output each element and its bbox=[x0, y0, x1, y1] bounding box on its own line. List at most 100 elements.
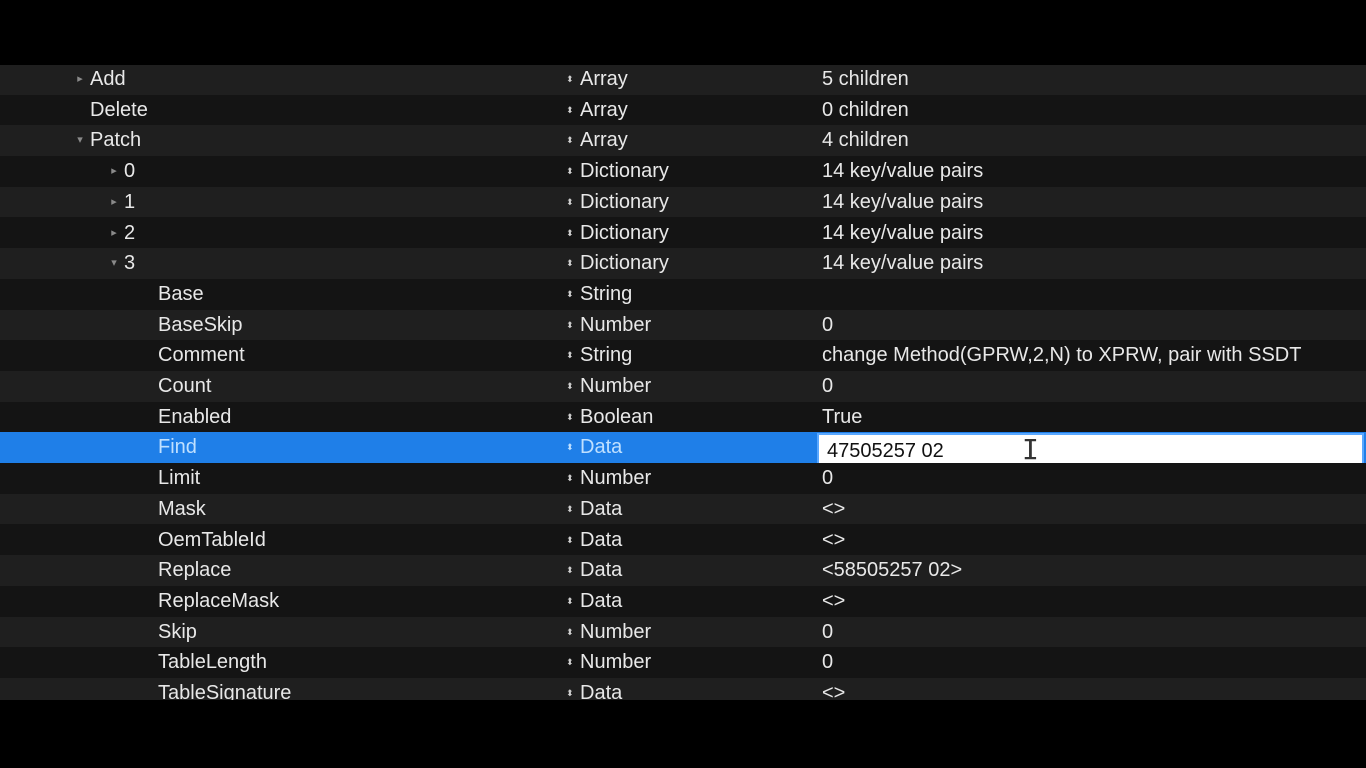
row-key: Delete bbox=[90, 98, 148, 121]
up-down-stepper-icon: ⬍ bbox=[566, 442, 574, 453]
text-cursor-icon: I bbox=[1022, 433, 1039, 466]
up-down-stepper-icon: ⬍ bbox=[566, 411, 574, 422]
table-row[interactable]: Limit ⬍ Number 0 bbox=[0, 463, 1366, 494]
row-key: Add bbox=[90, 68, 126, 90]
row-type-label: Number bbox=[580, 651, 652, 674]
row-value[interactable]: <58505257 02> bbox=[822, 555, 1366, 586]
row-type-label: Number bbox=[580, 313, 652, 336]
row-value[interactable]: 14 key/value pairs bbox=[822, 187, 1366, 218]
row-type-popup[interactable]: ⬍ Number bbox=[566, 617, 651, 648]
row-value[interactable]: 0 bbox=[822, 647, 1366, 678]
table-row[interactable]: ▸ 1 ⬍ Dictionary 14 key/value pairs bbox=[0, 186, 1366, 218]
row-value[interactable]: 14 key/value pairs bbox=[822, 156, 1366, 187]
row-type-label: String bbox=[580, 282, 633, 305]
table-row[interactable]: ▾ 3 ⬍ Dictionary 14 key/value pairs bbox=[0, 248, 1366, 279]
table-row[interactable]: ReplaceMask ⬍ Data <> bbox=[0, 585, 1366, 617]
table-row[interactable]: Enabled ⬍ Boolean True bbox=[0, 401, 1366, 433]
row-type-popup[interactable]: ⬍ Data bbox=[566, 586, 622, 617]
row-value[interactable]: <> bbox=[822, 678, 1366, 700]
up-down-stepper-icon: ⬍ bbox=[566, 381, 574, 391]
row-type-popup[interactable]: ⬍ String bbox=[566, 340, 632, 371]
table-row[interactable]: TableLength ⬍ Number 0 bbox=[0, 647, 1366, 678]
row-type-label: Dictionary bbox=[580, 190, 669, 213]
row-type-popup[interactable]: ⬍ Dictionary bbox=[566, 218, 669, 249]
row-type-popup[interactable]: ⬍ Number bbox=[566, 371, 651, 402]
row-type-popup[interactable]: ⬍ Data bbox=[566, 432, 622, 463]
row-key: Count bbox=[158, 375, 212, 397]
row-value[interactable]: 14 key/value pairs bbox=[822, 218, 1366, 249]
row-type-label: Data bbox=[580, 682, 623, 700]
row-value[interactable]: 0 bbox=[822, 371, 1366, 402]
up-down-stepper-icon: ⬍ bbox=[566, 657, 574, 668]
up-down-stepper-icon: ⬍ bbox=[566, 104, 574, 115]
row-value[interactable]: 0 bbox=[822, 310, 1366, 341]
row-type-popup[interactable]: ⬍ Dictionary bbox=[566, 156, 669, 187]
table-row[interactable]: Count ⬍ Number 0 bbox=[0, 371, 1366, 402]
table-row[interactable]: Delete ⬍ Array 0 children bbox=[0, 94, 1366, 126]
chevron-down-icon[interactable]: ▾ bbox=[108, 248, 120, 279]
up-down-stepper-icon: ⬍ bbox=[566, 135, 574, 146]
up-down-stepper-icon: ⬍ bbox=[566, 473, 574, 484]
row-type-label: Dictionary bbox=[580, 160, 669, 183]
row-value[interactable]: 0 bbox=[822, 463, 1366, 494]
plist-outline-view[interactable]: ▸ Add ⬍ Array 5 children Delete ⬍ Array 0 childr… bbox=[0, 65, 1366, 700]
row-key: TableLength bbox=[158, 651, 267, 674]
row-value[interactable]: 5 children bbox=[822, 65, 1366, 95]
table-row[interactable]: ▸ 2 ⬍ Dictionary 14 key/value pairs bbox=[0, 217, 1366, 249]
up-down-stepper-icon: ⬍ bbox=[566, 166, 574, 177]
up-down-stepper-icon: ⬍ bbox=[566, 626, 574, 637]
up-down-stepper-icon: ⬍ bbox=[566, 503, 574, 514]
up-down-stepper-icon: ⬍ bbox=[566, 350, 574, 361]
row-type-popup[interactable]: ⬍ Number bbox=[566, 647, 651, 678]
row-type-popup[interactable]: ⬍ Data bbox=[566, 555, 622, 586]
row-key: 1 bbox=[124, 190, 136, 213]
row-type-popup[interactable]: ⬍ Array bbox=[566, 65, 628, 95]
row-key: 3 bbox=[124, 252, 136, 275]
chevron-down-icon[interactable]: ▾ bbox=[74, 125, 86, 156]
row-key: TableSignature bbox=[158, 682, 292, 700]
row-value[interactable]: True bbox=[822, 402, 1366, 433]
table-row[interactable]: Base ⬍ String bbox=[0, 278, 1366, 310]
row-value[interactable]: 0 children bbox=[822, 95, 1366, 126]
table-row[interactable]: TableSignature ⬍ Data <> bbox=[0, 678, 1366, 700]
row-type-popup[interactable]: ⬍ Array bbox=[566, 95, 628, 126]
row-value[interactable]: <> bbox=[822, 494, 1366, 525]
chevron-right-icon[interactable]: ▸ bbox=[108, 218, 120, 249]
table-row[interactable]: Comment ⬍ String change Method(GPRW,2,N) to… bbox=[0, 340, 1366, 371]
table-row[interactable]: ▾ Patch ⬍ Array 4 children bbox=[0, 125, 1366, 157]
row-type-popup[interactable]: ⬍ Dictionary bbox=[566, 187, 669, 218]
up-down-stepper-icon: ⬍ bbox=[566, 534, 574, 545]
row-value[interactable]: <> bbox=[822, 525, 1366, 556]
row-type-popup[interactable]: ⬍ Dictionary bbox=[566, 248, 669, 279]
row-type-popup[interactable]: ⬍ Boolean bbox=[566, 402, 653, 433]
row-type-popup[interactable]: ⬍ Data bbox=[566, 494, 622, 525]
row-value[interactable]: change Method(GPRW,2,N) to XPRW, pair wi… bbox=[822, 340, 1366, 371]
row-type-popup[interactable]: ⬍ Data bbox=[566, 678, 622, 700]
row-type-popup[interactable]: ⬍ Array bbox=[566, 125, 628, 156]
row-value[interactable]: 14 key/value pairs bbox=[822, 248, 1366, 279]
chevron-right-icon[interactable]: ▸ bbox=[74, 65, 86, 95]
up-down-stepper-icon: ⬍ bbox=[566, 258, 574, 269]
table-row[interactable]: ▸ Add ⬍ Array 5 children bbox=[0, 65, 1366, 95]
row-type-label: Dictionary bbox=[580, 252, 669, 275]
row-type-popup[interactable]: ⬍ Data bbox=[566, 525, 622, 556]
row-value[interactable]: <> bbox=[822, 586, 1366, 617]
table-row[interactable]: OemTableId ⬍ Data <> bbox=[0, 524, 1366, 556]
plist-editor-window: ▸ Add ⬍ Array 5 children Delete ⬍ Array 0 childr… bbox=[0, 0, 1366, 768]
table-row[interactable]: ▸ 0 ⬍ Dictionary 14 key/value pairs bbox=[0, 156, 1366, 187]
chevron-right-icon[interactable]: ▸ bbox=[108, 156, 120, 187]
up-down-stepper-icon: ⬍ bbox=[566, 288, 574, 299]
row-value[interactable]: 0 bbox=[822, 617, 1366, 648]
table-row[interactable]: BaseSkip ⬍ Number 0 bbox=[0, 309, 1366, 341]
up-down-stepper-icon: ⬍ bbox=[566, 595, 574, 606]
table-row[interactable]: Replace ⬍ Data <58505257 02> bbox=[0, 555, 1366, 586]
table-row[interactable]: Mask ⬍ Data <> bbox=[0, 493, 1366, 525]
chevron-right-icon[interactable]: ▸ bbox=[108, 187, 120, 218]
table-row[interactable]: Skip ⬍ Number 0 bbox=[0, 616, 1366, 648]
row-type-label: Data bbox=[580, 528, 623, 551]
row-type-popup[interactable]: ⬍ Number bbox=[566, 463, 651, 494]
row-type-popup[interactable]: ⬍ String bbox=[566, 279, 632, 310]
row-value[interactable]: 4 children bbox=[822, 125, 1366, 156]
table-row[interactable]: Find ⬍ Data 47505257 02 bbox=[0, 432, 1366, 470]
row-type-popup[interactable]: ⬍ Number bbox=[566, 310, 651, 341]
